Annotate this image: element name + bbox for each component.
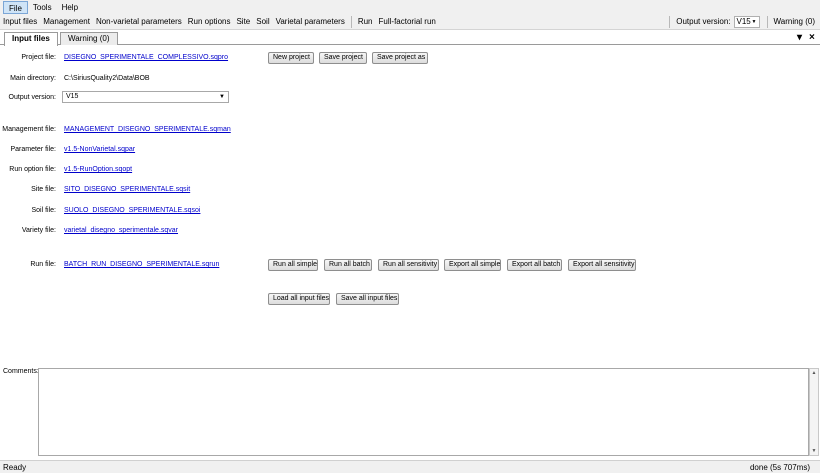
export-all-simple-button[interactable]: Export all simple — [444, 259, 501, 271]
toolbar-warning[interactable]: Warning (0) — [771, 17, 819, 26]
toolbar-run-options[interactable]: Run options — [185, 17, 234, 26]
status-text: Ready — [3, 463, 27, 472]
comments-textarea[interactable] — [38, 368, 809, 456]
toolbar-separator — [350, 15, 352, 28]
soil-file-link[interactable]: SUOLO_DISEGNO_SPERIMENTALE.sqsoi — [64, 207, 200, 214]
run-file-label: Run file: — [30, 261, 56, 268]
save-project-as-button[interactable]: Save project as — [372, 52, 428, 64]
menu-help[interactable]: Help — [57, 1, 83, 14]
comments-label: Comments: — [3, 368, 39, 375]
menu-file[interactable]: File — [3, 0, 28, 14]
toolbar: Input files Management Non-varietal para… — [0, 14, 820, 30]
main-directory-label: Main directory: — [10, 75, 56, 82]
parameter-file-label: Parameter file: — [10, 146, 56, 153]
status-timing: done (5s 707ms) — [749, 463, 810, 472]
parameter-file-link[interactable]: v1.5-NonVarietal.sqpar — [64, 146, 135, 153]
toolbar-varietal[interactable]: Varietal parameters — [273, 17, 348, 26]
run-all-batch-button[interactable]: Run all batch — [324, 259, 372, 271]
run-all-sensitivity-button[interactable]: Run all sensitivity — [378, 259, 439, 271]
variety-file-label: Variety file: — [21, 227, 56, 234]
chevron-down-icon: ▼ — [219, 94, 225, 100]
toolbar-output-version-value: V15 — [736, 17, 751, 26]
soil-file-label: Soil file: — [31, 207, 56, 214]
save-all-input-files-button[interactable]: Save all input files — [336, 293, 399, 305]
project-file-label: Project file: — [21, 54, 56, 61]
toolbar-management[interactable]: Management — [40, 17, 93, 26]
scroll-up-icon[interactable]: ▲ — [810, 370, 818, 376]
pin-icon[interactable]: ▾ — [797, 31, 802, 45]
toolbar-run[interactable]: Run — [355, 17, 376, 26]
management-file-label: Management file: — [2, 126, 56, 133]
status-bar: Ready done (5s 707ms) — [0, 460, 820, 473]
new-project-button[interactable]: New project — [268, 52, 314, 64]
project-file-link[interactable]: DISEGNO_SPERIMENTALE_COMPLESSIVO.sqpro — [64, 54, 228, 61]
variety-file-link[interactable]: varietal_disegno_sperimentale.sqvar — [64, 227, 178, 234]
toolbar-separator — [669, 15, 671, 28]
run-all-simple-button[interactable]: Run all simple — [268, 259, 318, 271]
site-file-label: Site file: — [31, 186, 56, 193]
output-version-label: Output version: — [8, 94, 56, 101]
management-file-link[interactable]: MANAGEMENT_DISEGNO_SPERIMENTALE.sqman — [64, 126, 231, 133]
export-all-batch-button[interactable]: Export all batch — [507, 259, 562, 271]
toolbar-soil[interactable]: Soil — [253, 17, 272, 26]
document-tabs: Input files Warning (0) ▾ × — [0, 31, 820, 46]
run-file-link[interactable]: BATCH_RUN_DISEGNO_SPERIMENTALE.sqrun — [64, 261, 219, 268]
menu-bar: File Tools Help — [0, 0, 820, 14]
toolbar-separator — [766, 15, 768, 28]
save-project-button[interactable]: Save project — [319, 52, 367, 64]
toolbar-full-factorial[interactable]: Full-factorial run — [376, 17, 439, 26]
toolbar-output-version-select[interactable]: V15 ▼ — [733, 15, 760, 28]
comments-scrollbar[interactable]: ▲ ▼ — [809, 368, 819, 456]
site-file-link[interactable]: SITO_DISEGNO_SPERIMENTALE.sqsit — [64, 186, 190, 193]
toolbar-output-version-label: Output version: — [676, 17, 731, 26]
run-option-file-link[interactable]: v1.5-RunOption.sqopt — [64, 166, 132, 173]
tab-input-files[interactable]: Input files — [4, 32, 58, 46]
tab-warning[interactable]: Warning (0) — [60, 32, 118, 45]
load-all-input-files-button[interactable]: Load all input files — [268, 293, 330, 305]
chevron-down-icon: ▼ — [751, 18, 757, 25]
close-icon[interactable]: × — [809, 31, 815, 45]
run-option-file-label: Run option file: — [9, 166, 56, 173]
output-version-value: V15 — [66, 93, 79, 100]
main-directory-value: C:\SiriusQuality2\Data\BOB — [64, 75, 150, 82]
export-all-sensitivity-button[interactable]: Export all sensitivity — [568, 259, 636, 271]
toolbar-site[interactable]: Site — [233, 17, 253, 26]
toolbar-input-files[interactable]: Input files — [0, 17, 40, 26]
menu-tools[interactable]: Tools — [28, 1, 57, 14]
output-version-select[interactable]: V15 ▼ — [62, 91, 229, 103]
scroll-down-icon[interactable]: ▼ — [810, 448, 818, 454]
toolbar-non-varietal[interactable]: Non-varietal parameters — [93, 17, 185, 26]
